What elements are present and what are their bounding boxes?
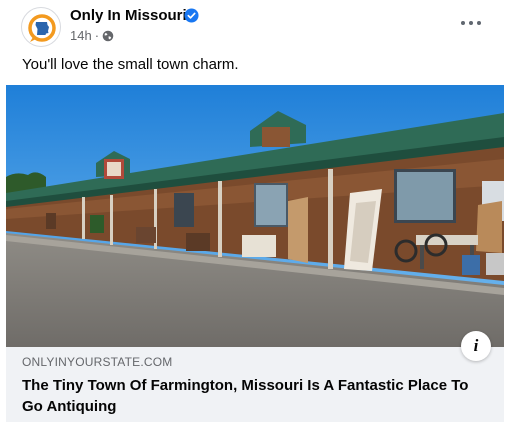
- link-preview-card[interactable]: ONLYINYOURSTATE.COM The Tiny Town Of Far…: [6, 347, 504, 422]
- timestamp[interactable]: 14h: [70, 28, 92, 43]
- post-text: You'll love the small town charm.: [22, 56, 239, 73]
- verified-badge-icon: [184, 8, 199, 23]
- link-headline[interactable]: The Tiny Town Of Farmington, Missouri Is…: [22, 375, 492, 417]
- more-options-button[interactable]: [458, 12, 484, 34]
- post-meta: 14h ·: [70, 28, 114, 43]
- globe-icon[interactable]: [102, 30, 114, 42]
- info-icon: i: [473, 336, 479, 355]
- more-dot: [469, 21, 473, 25]
- link-domain: ONLYINYOURSTATE.COM: [22, 355, 173, 369]
- facebook-post: Only In Missouri 14h · You'll love the s…: [0, 0, 509, 422]
- page-avatar[interactable]: [21, 7, 61, 47]
- missouri-logo-icon: [28, 14, 56, 42]
- more-dot: [477, 21, 481, 25]
- more-dot: [461, 21, 465, 25]
- link-preview-image[interactable]: [6, 85, 504, 347]
- meta-separator: ·: [94, 28, 100, 43]
- page-name[interactable]: Only In Missouri: [70, 7, 187, 24]
- antique-shops-photo: [6, 85, 504, 347]
- info-button[interactable]: i: [461, 331, 491, 361]
